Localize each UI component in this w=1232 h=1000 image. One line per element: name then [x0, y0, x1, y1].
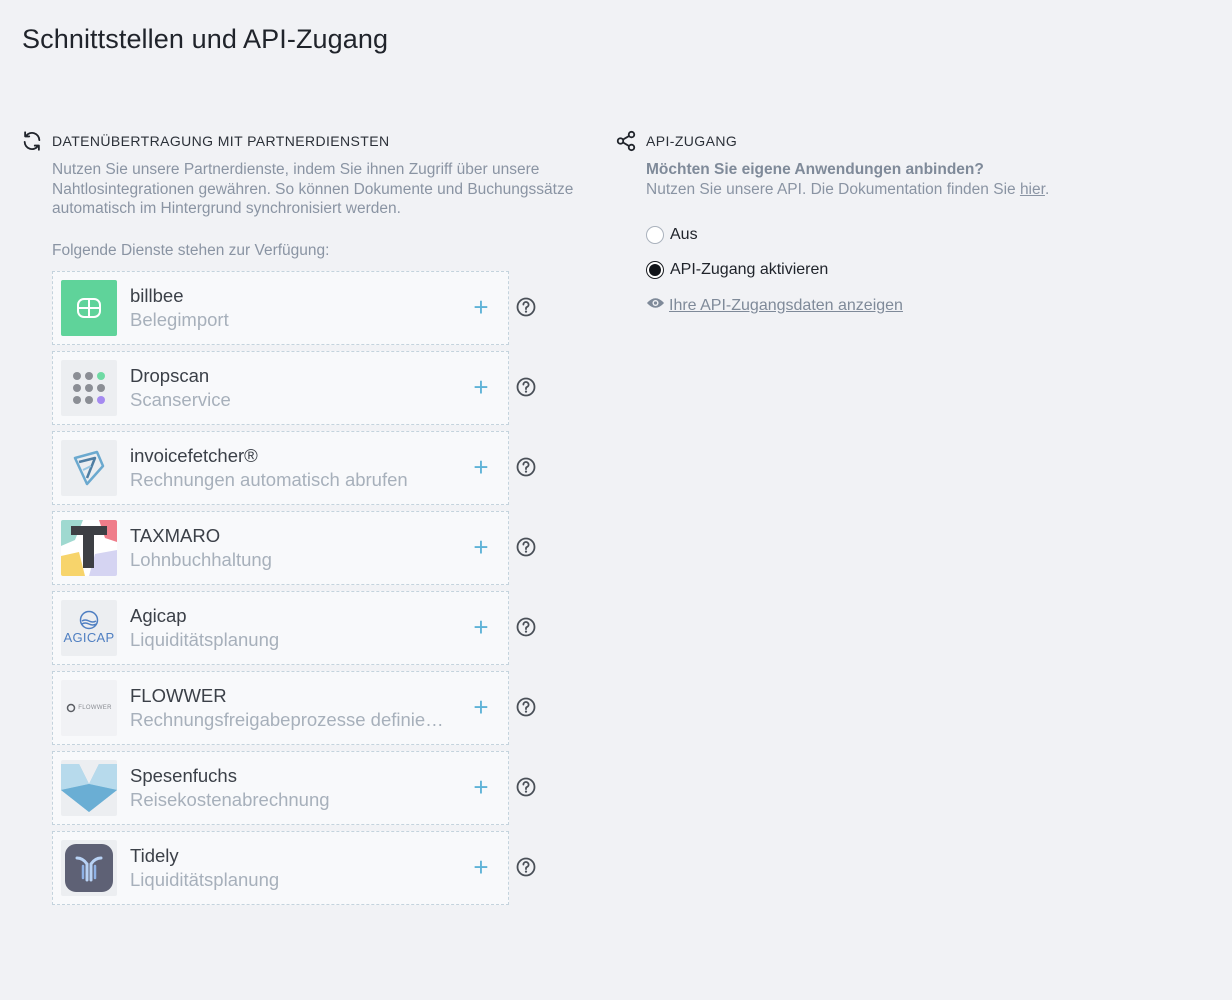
service-row-agicap: AGICAP Agicap Liquiditätsplanung + — [52, 590, 552, 665]
api-doc-link[interactable]: hier — [1020, 181, 1045, 198]
add-service-button[interactable]: + — [466, 532, 496, 563]
add-service-button[interactable]: + — [466, 612, 496, 643]
invoicefetcher-logo — [61, 439, 117, 496]
service-subtitle: Belegimport — [130, 308, 229, 330]
radio-option-off[interactable]: Aus — [646, 223, 1174, 247]
service-card[interactable]: TAXMARO Lohnbuchhaltung + — [52, 510, 509, 585]
partner-services-title: DATENÜBERTRAGUNG MIT PARTNERDIENSTEN — [52, 133, 390, 149]
radio-activate[interactable] — [646, 261, 664, 279]
sync-icon — [20, 129, 44, 153]
service-card[interactable]: billbee Belegimport + — [52, 270, 509, 345]
help-icon[interactable] — [516, 777, 536, 797]
service-row-flowwer: FLOWWER FLOWWER Rechnungsfreigabeprozess… — [52, 670, 552, 745]
api-doc-text: Nutzen Sie unsere API. Die Dokumentation… — [646, 180, 1174, 200]
radio-label-activate: API-Zugang aktivieren — [670, 261, 829, 278]
agicap-logo-text: AGICAP — [63, 630, 115, 645]
tidely-logo — [61, 839, 117, 896]
plus-icon: + — [473, 452, 489, 482]
service-card[interactable]: Spesenfuchs Reisekostenabrechnung + — [52, 750, 509, 825]
service-name: Spesenfuchs — [130, 764, 237, 786]
plus-icon: + — [473, 372, 489, 402]
help-icon[interactable] — [516, 537, 536, 557]
dropscan-logo — [61, 359, 117, 416]
service-card[interactable]: Dropscan Scanservice + — [52, 350, 509, 425]
partner-services-section: DATENÜBERTRAGUNG MIT PARTNERDIENSTEN Nut… — [20, 128, 580, 911]
radio-option-activate[interactable]: API-Zugang aktivieren — [646, 258, 1174, 282]
service-row-dropscan: Dropscan Scanservice + — [52, 350, 552, 425]
add-service-button[interactable]: + — [466, 372, 496, 403]
add-service-button[interactable]: + — [466, 772, 496, 803]
add-service-button[interactable]: + — [466, 852, 496, 883]
add-service-button[interactable]: + — [466, 692, 496, 723]
share-icon — [614, 129, 638, 153]
service-card[interactable]: Tidely Liquiditätsplanung + — [52, 830, 509, 905]
plus-icon: + — [473, 292, 489, 322]
page-title: Schnittstellen und API-Zugang — [22, 24, 389, 54]
api-doc-prefix: Nutzen Sie unsere API. Die Dokumentation… — [646, 180, 1020, 198]
help-icon[interactable] — [516, 457, 536, 477]
taxmaro-logo — [61, 519, 117, 576]
plus-icon: + — [473, 852, 489, 882]
service-name: Dropscan — [130, 364, 210, 386]
show-api-credentials-label: Ihre API-Zugangsdaten anzeigen — [669, 296, 903, 314]
help-icon[interactable] — [516, 377, 536, 397]
help-icon[interactable] — [516, 857, 536, 877]
plus-icon: + — [473, 692, 489, 722]
service-card[interactable]: AGICAP Agicap Liquiditätsplanung + — [52, 590, 509, 665]
api-access-title: API-ZUGANG — [646, 133, 738, 149]
service-name: invoicefetcher® — [130, 444, 258, 466]
api-question: Möchten Sie eigene Anwendungen anbinden? — [646, 161, 984, 178]
help-icon[interactable] — [516, 617, 536, 637]
flowwer-logo-text: FLOWWER — [78, 704, 112, 711]
service-subtitle: Scanservice — [130, 388, 231, 410]
service-name: Agicap — [130, 604, 187, 626]
add-service-button[interactable]: + — [466, 452, 496, 483]
plus-icon: + — [473, 532, 489, 562]
api-access-section: API-ZUGANG Möchten Sie eigene Anwendunge… — [614, 128, 1174, 315]
service-subtitle: Reisekostenabrechnung — [130, 788, 330, 810]
partner-services-header: DATENÜBERTRAGUNG MIT PARTNERDIENSTEN — [20, 128, 580, 154]
show-api-credentials-link[interactable]: Ihre API-Zugangsdaten anzeigen — [646, 296, 1174, 315]
radio-label-off: Aus — [670, 226, 698, 243]
available-services-label: Folgende Dienste stehen zur Verfügung: — [52, 241, 330, 259]
service-name: Tidely — [130, 844, 179, 866]
add-service-button[interactable]: + — [466, 292, 496, 323]
service-name: FLOWWER — [130, 684, 227, 706]
service-row-invoicefetcher: invoicefetcher® Rechnungen automatisch a… — [52, 430, 552, 505]
flowwer-logo: FLOWWER — [61, 679, 117, 736]
spesenfuchs-logo — [61, 759, 117, 816]
plus-icon: + — [473, 612, 489, 642]
service-row-billbee: billbee Belegimport + — [52, 270, 552, 345]
service-card[interactable]: invoicefetcher® Rechnungen automatisch a… — [52, 430, 509, 505]
service-list: billbee Belegimport + Dropscan Scanservi… — [52, 270, 552, 905]
billbee-logo — [61, 279, 117, 336]
service-subtitle: Liquiditätsplanung — [130, 868, 280, 890]
service-row-taxmaro: TAXMARO Lohnbuchhaltung + — [52, 510, 552, 585]
radio-off[interactable] — [646, 226, 664, 244]
service-subtitle: Liquiditätsplanung — [130, 628, 280, 650]
service-subtitle: Rechnungsfreigabeprozesse definieren — [130, 708, 448, 730]
partner-services-description: Nutzen Sie unsere Partnerdienste, indem … — [52, 161, 574, 217]
plus-icon: + — [473, 772, 489, 802]
service-name: billbee — [130, 284, 184, 306]
eye-icon — [646, 296, 665, 315]
service-row-tidely: Tidely Liquiditätsplanung + — [52, 830, 552, 905]
help-icon[interactable] — [516, 697, 536, 717]
api-doc-suffix: . — [1044, 180, 1050, 198]
service-subtitle: Rechnungen automatisch abrufen — [130, 468, 408, 490]
help-icon[interactable] — [516, 297, 536, 317]
agicap-logo: AGICAP — [61, 599, 117, 656]
service-name: TAXMARO — [130, 524, 221, 546]
service-card[interactable]: FLOWWER FLOWWER Rechnungsfreigabeprozess… — [52, 670, 509, 745]
service-subtitle: Lohnbuchhaltung — [130, 548, 272, 570]
api-access-header: API-ZUGANG — [614, 128, 1174, 154]
service-row-spesenfuchs: Spesenfuchs Reisekostenabrechnung + — [52, 750, 552, 825]
